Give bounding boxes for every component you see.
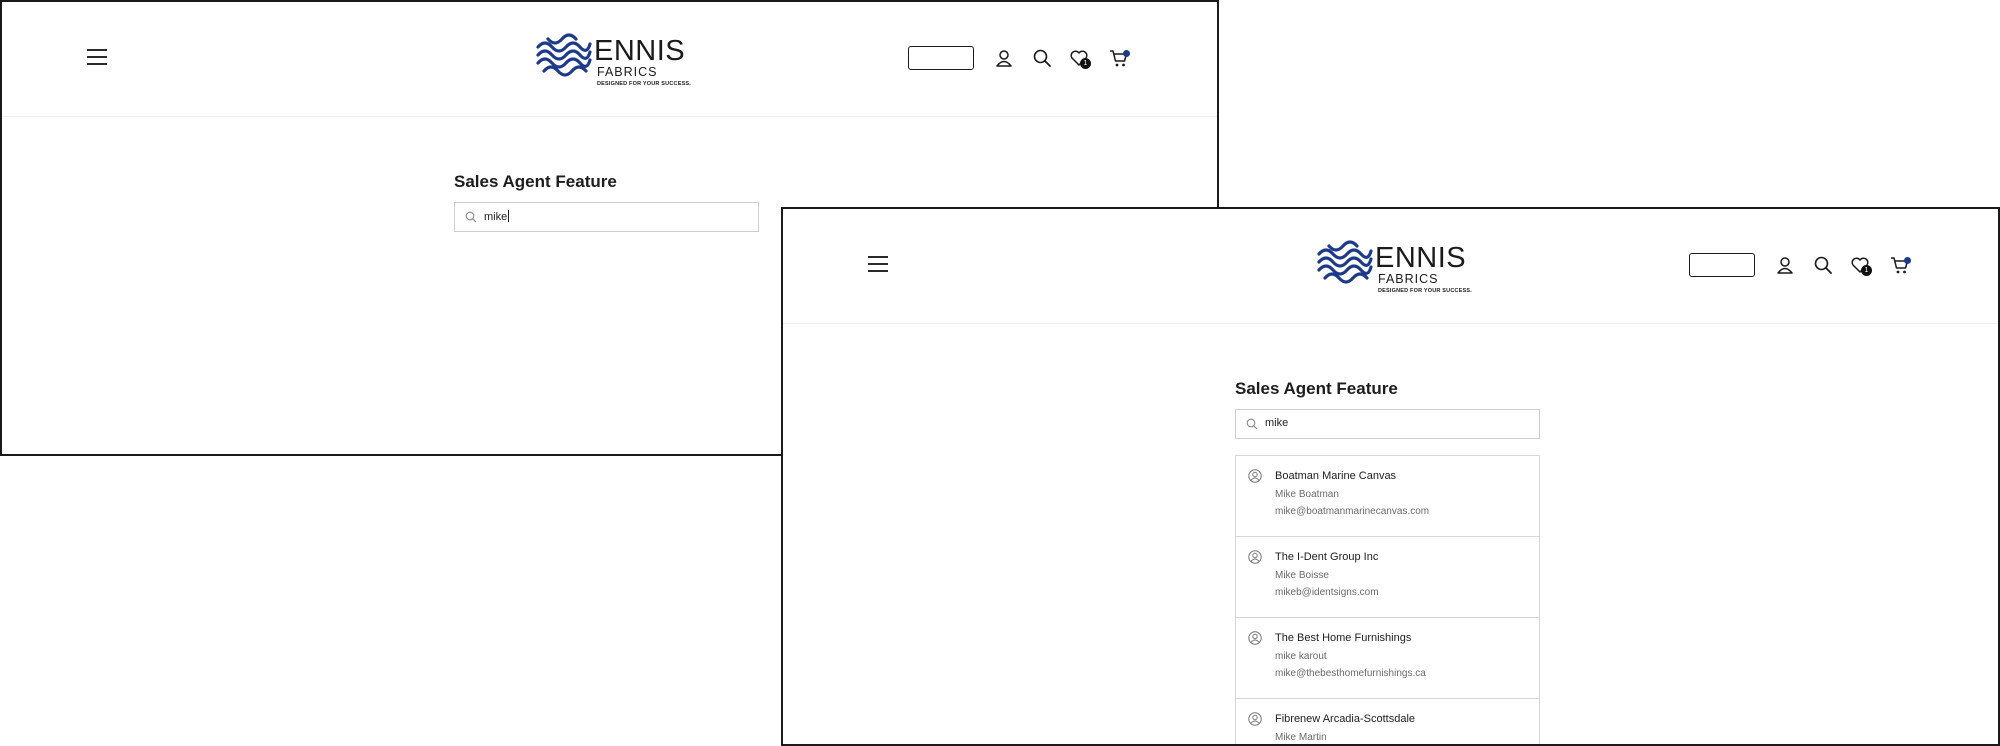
result-person: Mike Martin — [1275, 732, 1327, 743]
result-person: Mike Boisse — [1275, 570, 1329, 581]
text-caret — [508, 210, 510, 222]
user-circle-icon — [1248, 550, 1262, 564]
brand-logo[interactable]: ENNIS FABRICS DESIGNED FOR YOUR SUCCESS. — [1315, 237, 1472, 299]
page-title: Sales Agent Feature — [454, 172, 617, 191]
list-item[interactable]: Boatman Marine Canvas Mike Boatman mike@… — [1236, 456, 1539, 537]
user-circle-icon — [1248, 712, 1262, 726]
cart-indicator-dot — [1904, 257, 1911, 264]
result-email: mikeb@identsigns.com — [1275, 587, 1379, 598]
user-icon[interactable] — [1775, 255, 1795, 275]
agent-search-input[interactable]: mike — [1235, 409, 1540, 439]
brand-name: ENNIS — [594, 35, 686, 67]
cart-icon[interactable] — [1109, 48, 1130, 68]
user-circle-icon — [1248, 469, 1262, 483]
sales-agent-panel: Sales Agent Feature mike — [454, 172, 759, 232]
result-company: The Best Home Furnishings — [1275, 632, 1412, 644]
result-email: mike@thebesthomefurnishings.ca — [1275, 668, 1426, 679]
search-value: mike — [1265, 417, 1289, 429]
hamburger-icon[interactable] — [868, 256, 888, 272]
site-header: ENNIS FABRICS DESIGNED FOR YOUR SUCCESS.… — [783, 209, 1998, 324]
search-icon[interactable] — [1813, 255, 1833, 275]
screenshot-after: ENNIS FABRICS DESIGNED FOR YOUR SUCCESS.… — [781, 207, 2000, 746]
list-item[interactable]: The I-Dent Group Inc Mike Boisse mikeb@i… — [1236, 537, 1539, 618]
list-item[interactable]: Fibrenew Arcadia-Scottsdale Mike Martin — [1236, 699, 1539, 744]
wishlist-count-badge: 1 — [1861, 265, 1872, 276]
header-blank-button[interactable] — [908, 46, 974, 70]
brand-sub: FABRICS — [597, 65, 658, 79]
search-icon — [465, 211, 477, 223]
heart-icon[interactable]: 1 — [1069, 48, 1091, 69]
agent-search-input[interactable]: mike — [454, 202, 759, 232]
brand-logo[interactable]: ENNIS FABRICS DESIGNED FOR YOUR SUCCESS. — [534, 30, 691, 92]
ennis-wave-mark-icon — [536, 33, 592, 77]
sales-agent-panel: Sales Agent Feature mike Boatman Marine … — [1235, 379, 1540, 744]
brand-tagline: DESIGNED FOR YOUR SUCCESS. — [1378, 288, 1473, 294]
result-company: Boatman Marine Canvas — [1275, 470, 1397, 482]
agent-results-list: Boatman Marine Canvas Mike Boatman mike@… — [1235, 455, 1540, 744]
heart-icon[interactable]: 1 — [1850, 255, 1872, 276]
brand-tagline: DESIGNED FOR YOUR SUCCESS. — [597, 81, 692, 87]
result-email: mike@boatmanmarinecanvas.com — [1275, 506, 1430, 517]
site-header: ENNIS FABRICS DESIGNED FOR YOUR SUCCESS.… — [2, 2, 1217, 117]
result-person: mike karout — [1275, 651, 1327, 662]
header-blank-button[interactable] — [1689, 253, 1755, 277]
search-value: mike — [484, 210, 510, 223]
list-item[interactable]: The Best Home Furnishings mike karout mi… — [1236, 618, 1539, 699]
hamburger-icon[interactable] — [87, 49, 107, 65]
ennis-wave-mark-icon — [1317, 240, 1373, 284]
brand-name: ENNIS — [1375, 242, 1467, 274]
cart-icon[interactable] — [1890, 255, 1911, 275]
brand-sub: FABRICS — [1378, 272, 1439, 286]
search-icon — [1246, 418, 1258, 430]
result-person: Mike Boatman — [1275, 489, 1339, 500]
cart-indicator-dot — [1123, 50, 1130, 57]
result-company: Fibrenew Arcadia-Scottsdale — [1275, 713, 1416, 725]
search-icon[interactable] — [1032, 48, 1052, 68]
page-title: Sales Agent Feature — [1235, 379, 1398, 398]
result-company: The I-Dent Group Inc — [1275, 551, 1379, 563]
user-circle-icon — [1248, 631, 1262, 645]
user-icon[interactable] — [994, 48, 1014, 68]
wishlist-count-badge: 1 — [1080, 58, 1091, 69]
